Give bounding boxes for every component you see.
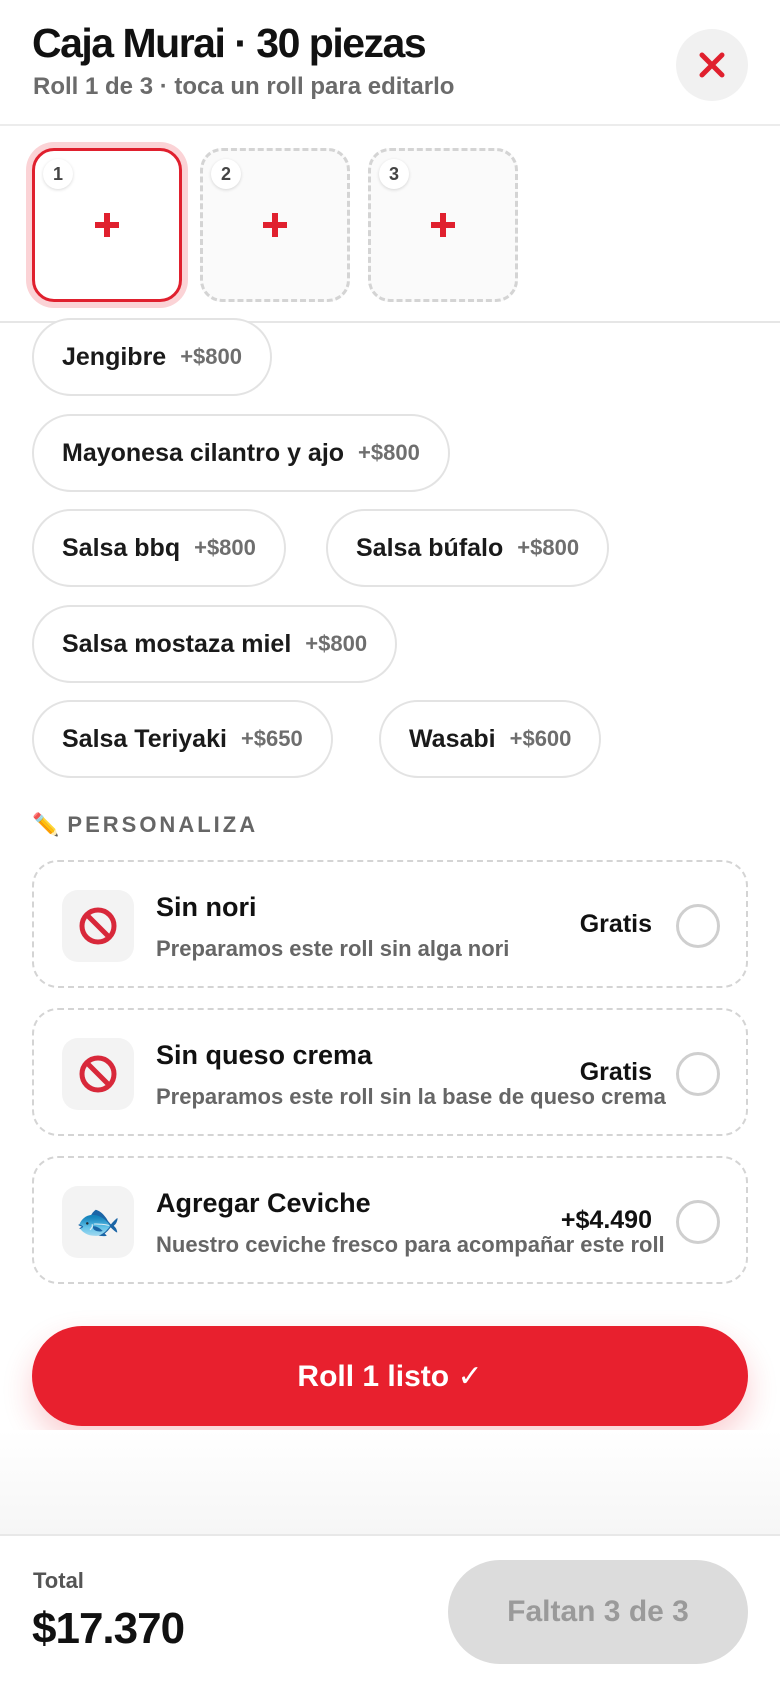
option-icon-box: 🐟 (62, 1186, 134, 1258)
chip-name: Salsa bbq (62, 533, 181, 562)
roll-slot-number: 3 (379, 159, 409, 189)
personaliza-section-label: ✏️ PERSONALIZA (32, 812, 258, 838)
footer-bar: Total $17.370 Faltan 3 de 3 (0, 1534, 780, 1688)
option-radio[interactable] (676, 1052, 720, 1096)
footer-fade (0, 1430, 780, 1536)
option-sin-nori[interactable]: Sin nori Preparamos este roll sin alga n… (32, 860, 748, 988)
chip-name: Wasabi (409, 724, 496, 753)
close-x-icon (699, 52, 725, 78)
option-radio[interactable] (676, 904, 720, 948)
chip-price: +$600 (509, 726, 572, 751)
option-price: Gratis (579, 910, 652, 938)
roll-slot-3[interactable]: 3 (368, 148, 518, 302)
roll-ready-button[interactable]: Roll 1 listo ✓ (32, 1326, 748, 1426)
fish-icon: 🐟 (75, 1201, 121, 1242)
plus-icon (95, 213, 119, 237)
chip-price: +$800 (305, 631, 368, 656)
plus-icon (263, 213, 287, 237)
prohibited-icon (79, 1055, 117, 1093)
roll-slot-number: 2 (211, 159, 241, 189)
total-value: $17.370 (32, 1604, 185, 1653)
chip-price: +$800 (180, 344, 242, 369)
roll-slots: 1 2 3 (0, 128, 780, 323)
chip-name: Salsa mostaza miel (62, 629, 292, 658)
option-icon-box (62, 1038, 134, 1110)
option-description: Preparamos este roll sin alga nori (156, 936, 510, 961)
page-subtitle: Roll 1 de 3 · toca un roll para editarlo (33, 73, 455, 100)
sauce-chip-jengibre[interactable]: Jengibre +$800 (32, 318, 272, 396)
sauce-chip-teriyaki[interactable]: Salsa Teriyaki +$650 (32, 700, 333, 778)
section-label-text: PERSONALIZA (67, 812, 259, 837)
pencil-icon: ✏️ (32, 812, 60, 837)
prohibited-icon (79, 907, 117, 945)
option-title: Agregar Ceviche (156, 1188, 371, 1218)
option-description: Preparamos este roll sin la base de ques… (156, 1084, 666, 1109)
header: Caja Murai · 30 piezas Roll 1 de 3 · toc… (0, 0, 780, 126)
roll-slot-2[interactable]: 2 (200, 148, 350, 302)
roll-slot-1[interactable]: 1 (32, 148, 182, 302)
option-price: +$4.490 (560, 1206, 652, 1234)
roll-slot-number: 1 (43, 159, 73, 189)
sauce-chip-mayonesa[interactable]: Mayonesa cilantro y ajo +$800 (32, 414, 450, 492)
chip-name: Salsa búfalo (356, 533, 504, 562)
option-agregar-ceviche[interactable]: 🐟 Agregar Ceviche Nuestro ceviche fresco… (32, 1156, 748, 1284)
option-sin-queso-crema[interactable]: Sin queso crema Preparamos este roll sin… (32, 1008, 748, 1136)
total-label: Total (33, 1568, 84, 1593)
option-icon-box (62, 890, 134, 962)
option-title: Sin nori (156, 892, 257, 922)
page-title: Caja Murai · 30 piezas (32, 20, 427, 66)
chip-name: Mayonesa cilantro y ajo (62, 438, 345, 467)
option-description: Nuestro ceviche fresco para acompañar es… (156, 1232, 665, 1257)
close-button[interactable] (676, 29, 748, 101)
chip-name: Jengibre (62, 342, 167, 371)
option-title: Sin queso crema (156, 1040, 373, 1070)
option-radio[interactable] (676, 1200, 720, 1244)
sauce-chip-bufalo[interactable]: Salsa búfalo +$800 (326, 509, 610, 587)
chip-price: +$650 (240, 726, 303, 751)
chip-name: Salsa Teriyaki (62, 724, 227, 753)
chip-price: +$800 (194, 535, 256, 560)
missing-rolls-button[interactable]: Faltan 3 de 3 (448, 1560, 748, 1664)
chip-price: +$800 (358, 440, 420, 465)
sauce-chip-wasabi[interactable]: Wasabi +$600 (379, 700, 602, 778)
chip-price: +$800 (517, 535, 580, 560)
sauce-chip-mostaza-miel[interactable]: Salsa mostaza miel +$800 (32, 605, 398, 683)
sauce-chip-bbq[interactable]: Salsa bbq +$800 (32, 509, 286, 587)
option-price: Gratis (579, 1058, 652, 1086)
plus-icon (431, 213, 455, 237)
